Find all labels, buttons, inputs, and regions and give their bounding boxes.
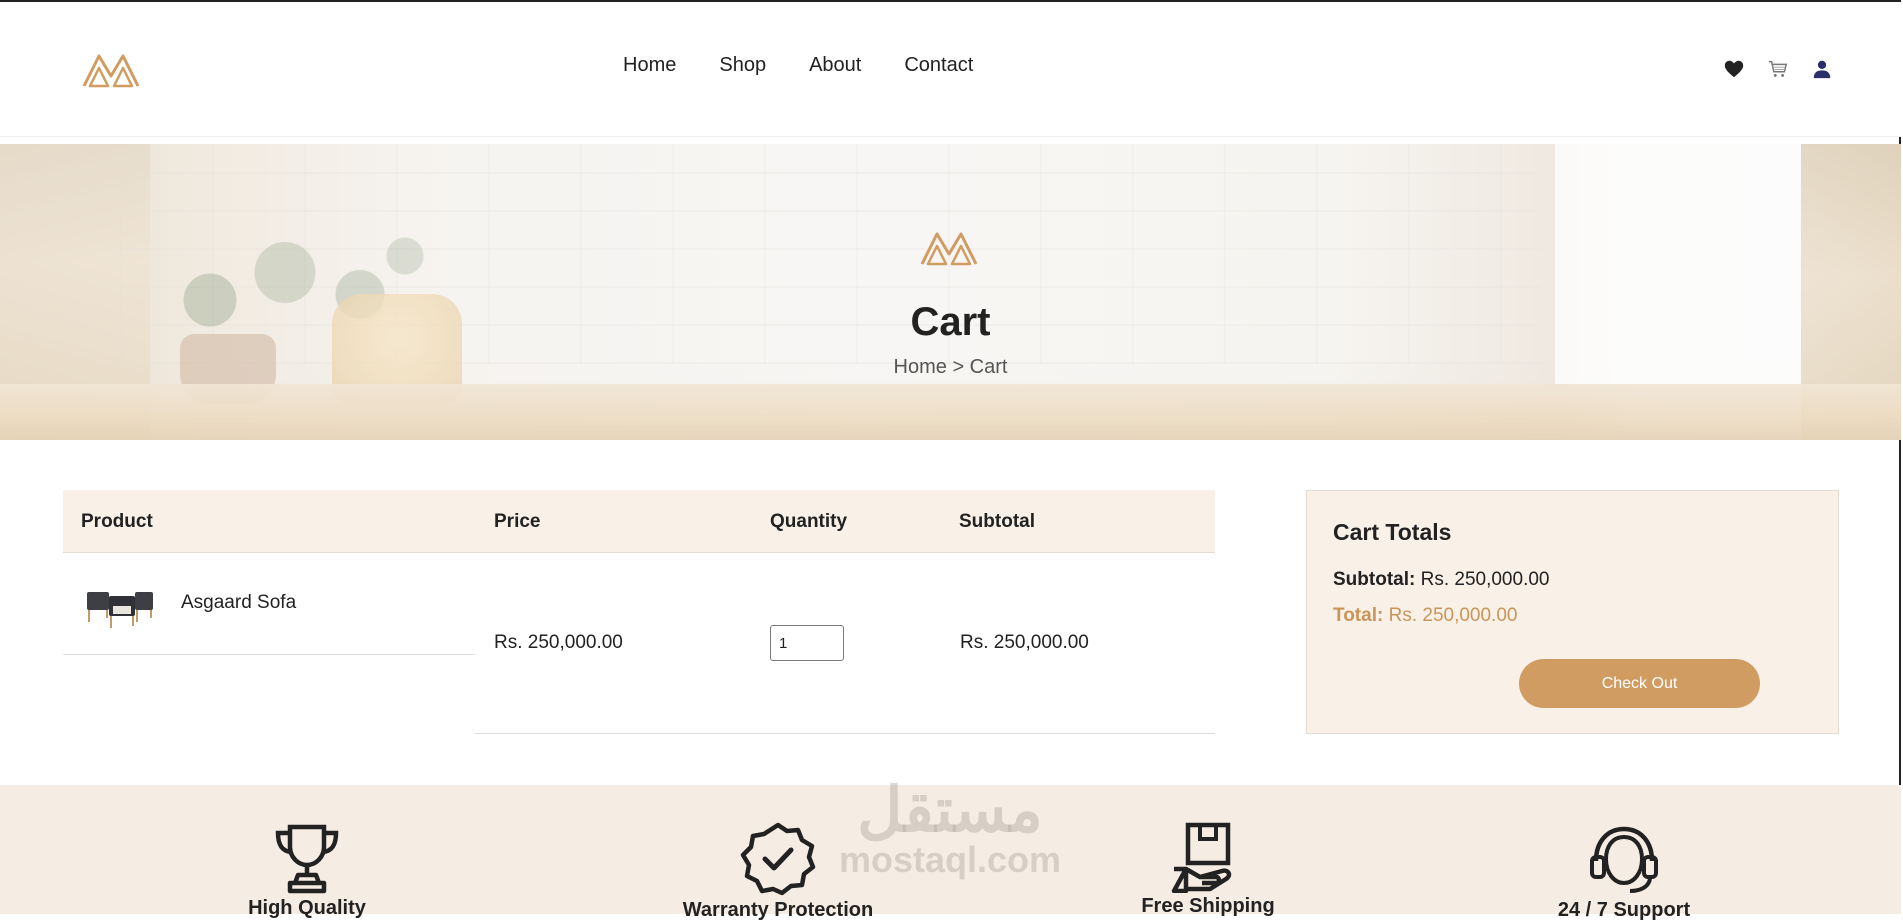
badge-check-icon bbox=[740, 822, 816, 896]
watermark: مستقل mostaql.com bbox=[830, 780, 1070, 878]
totals-total: Total: Rs. 250,000.00 bbox=[1333, 605, 1517, 627]
product-thumbnail[interactable] bbox=[83, 578, 157, 630]
product-subtotal: Rs. 250,000.00 bbox=[960, 632, 1089, 653]
nav-contact[interactable]: Contact bbox=[904, 54, 973, 77]
header-subtotal: Subtotal bbox=[959, 511, 1035, 532]
totals-subtotal-value: Rs. 250,000.00 bbox=[1420, 569, 1550, 590]
feature-label: Warranty Protection bbox=[682, 899, 874, 921]
cart-totals-card: Cart Totals Subtotal: Rs. 250,000.00 Tot… bbox=[1306, 490, 1839, 734]
breadcrumb[interactable]: Home > Cart bbox=[0, 356, 1901, 379]
feature-label: 24 / 7 Support bbox=[1557, 899, 1691, 921]
nav-home[interactable]: Home bbox=[623, 54, 676, 77]
feature-high-quality: High Quality bbox=[177, 821, 437, 920]
hero-logo-icon bbox=[920, 232, 978, 266]
nav-shop[interactable]: Shop bbox=[719, 54, 766, 77]
totals-subtotal-label: Subtotal: bbox=[1333, 569, 1416, 590]
main-nav: Home Shop About Contact bbox=[623, 54, 973, 77]
totals-subtotal: Subtotal: Rs. 250,000.00 bbox=[1333, 569, 1549, 591]
brand-logo-icon[interactable] bbox=[82, 50, 140, 88]
header-price: Price bbox=[494, 511, 541, 532]
site-header: Home Shop About Contact bbox=[0, 2, 1901, 137]
header-quantity: Quantity bbox=[770, 511, 848, 532]
quantity-input[interactable] bbox=[770, 625, 844, 661]
page-title: Cart bbox=[910, 300, 991, 344]
cart-totals-title: Cart Totals bbox=[1333, 519, 1452, 545]
cart-table-header: Product Price Quantity Subtotal bbox=[63, 490, 1215, 552]
cart-icon[interactable] bbox=[1767, 58, 1789, 80]
table-divider bbox=[63, 654, 475, 655]
watermark-latin: mostaql.com bbox=[838, 839, 1062, 880]
header-icons bbox=[1723, 58, 1833, 80]
hero-veil bbox=[0, 144, 1901, 440]
feature-support: 24 / 7 Support bbox=[1494, 821, 1754, 922]
table-divider bbox=[63, 552, 1215, 553]
user-icon[interactable] bbox=[1811, 58, 1833, 80]
headset-icon bbox=[1590, 826, 1658, 893]
feature-label: Free Shipping bbox=[1141, 895, 1275, 917]
nav-about[interactable]: About bbox=[809, 54, 861, 77]
totals-total-value: Rs. 250,000.00 bbox=[1388, 605, 1518, 626]
table-divider bbox=[475, 733, 1215, 734]
trophy-icon bbox=[275, 824, 339, 894]
header-product: Product bbox=[81, 511, 153, 532]
feature-free-shipping: Free Shipping bbox=[1078, 821, 1338, 918]
totals-total-label: Total: bbox=[1333, 605, 1384, 626]
heart-icon[interactable] bbox=[1723, 58, 1745, 80]
checkout-button[interactable]: Check Out bbox=[1519, 659, 1760, 708]
product-name[interactable]: Asgaard Sofa bbox=[181, 592, 296, 614]
product-price: Rs. 250,000.00 bbox=[494, 632, 623, 653]
box-hand-icon bbox=[1171, 822, 1232, 893]
feature-label: High Quality bbox=[248, 897, 366, 919]
watermark-arabic: مستقل bbox=[857, 776, 1043, 845]
hero-banner: Cart Home > Cart bbox=[0, 144, 1901, 440]
